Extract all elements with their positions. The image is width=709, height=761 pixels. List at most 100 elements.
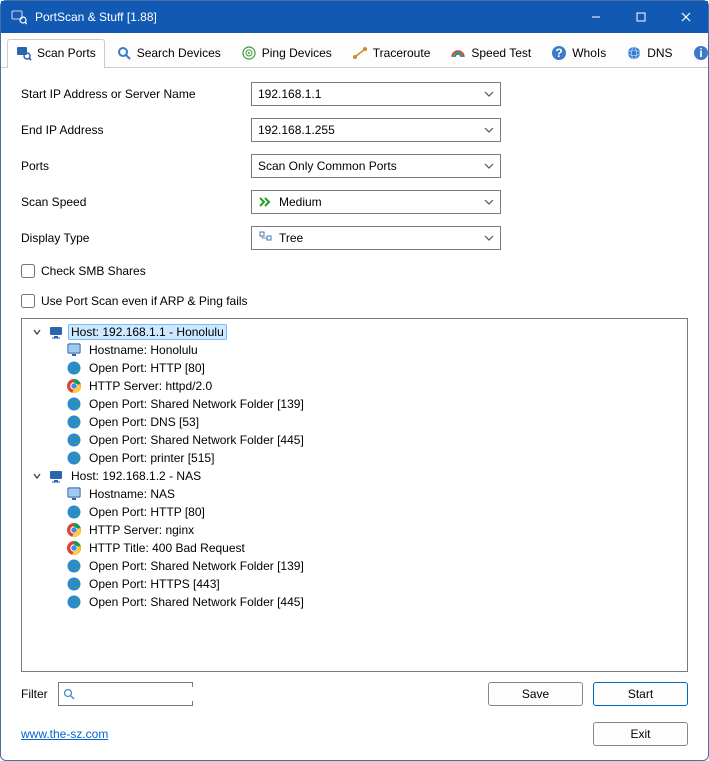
tree-item-label: Open Port: Shared Network Folder [445] [86, 594, 307, 610]
tree-item-label: Open Port: HTTP [80] [86, 360, 208, 376]
tree-item[interactable]: Hostname: NAS [26, 485, 683, 503]
tree-item[interactable]: Open Port: Shared Network Folder [139] [26, 395, 683, 413]
start-ip-input[interactable] [258, 87, 482, 101]
tree-item[interactable]: Open Port: DNS [53] [26, 413, 683, 431]
save-button[interactable]: Save [488, 682, 583, 706]
close-button[interactable] [663, 1, 708, 33]
tab-speed-test[interactable]: Speed Test [441, 39, 540, 67]
chevron-down-icon[interactable] [482, 233, 496, 243]
computer-icon [48, 324, 64, 340]
app-icon [11, 9, 27, 25]
titlebar: PortScan & Stuff [1.88] [1, 1, 708, 33]
tab-scan-ports[interactable]: Scan Ports [7, 39, 105, 67]
search-icon [63, 688, 75, 700]
tab-label: Speed Test [471, 46, 531, 60]
globe-blue-icon [66, 558, 82, 574]
svg-text:?: ? [556, 46, 563, 60]
filter-input[interactable] [79, 687, 234, 701]
end-ip-input[interactable] [258, 123, 482, 137]
filter-box[interactable] [58, 682, 193, 706]
filter-label: Filter [21, 687, 48, 701]
tab-label: Scan Ports [37, 46, 96, 60]
tab-whois[interactable]: ?WhoIs [542, 39, 615, 67]
save-button-label: Save [522, 687, 549, 701]
speed-icon [258, 194, 274, 210]
ports-combo[interactable] [251, 154, 501, 178]
tab-label: Search Devices [137, 46, 221, 60]
tree-item[interactable]: Open Port: printer [515] [26, 449, 683, 467]
footer: www.the-sz.com Exit [1, 714, 708, 760]
end-ip-label: End IP Address [21, 123, 251, 137]
tree-item-label: Open Port: Shared Network Folder [139] [86, 396, 307, 412]
svg-text:i: i [699, 46, 702, 60]
tree-item-label: HTTP Title: 400 Bad Request [86, 540, 248, 556]
info-icon: i [693, 45, 709, 61]
check-arp-checkbox[interactable] [21, 294, 35, 308]
chevron-down-icon[interactable] [30, 325, 44, 339]
globe-blue-icon [66, 396, 82, 412]
host-label: Host: 192.168.1.2 - NAS [68, 468, 204, 484]
globe-blue-icon [66, 360, 82, 376]
tab-dns[interactable]: DNS [617, 39, 681, 67]
globe-blue-icon [66, 576, 82, 592]
scan-speed-combo[interactable] [251, 190, 501, 214]
tree-item[interactable]: HTTP Server: httpd/2.0 [26, 377, 683, 395]
ports-label: Ports [21, 159, 251, 173]
check-smb-checkbox[interactable] [21, 264, 35, 278]
tree-item[interactable]: Open Port: HTTP [80] [26, 503, 683, 521]
results-tree[interactable]: Host: 192.168.1.1 - HonoluluHostname: Ho… [21, 318, 688, 672]
tab-label: Traceroute [373, 46, 431, 60]
tree-item-label: Hostname: NAS [86, 486, 178, 502]
question-icon: ? [551, 45, 567, 61]
route-icon [352, 45, 368, 61]
check-smb-label: Check SMB Shares [41, 264, 146, 278]
tree-item[interactable]: Open Port: HTTPS [443] [26, 575, 683, 593]
scan-speed-label: Scan Speed [21, 195, 251, 209]
monitor-icon [66, 486, 82, 502]
tree-item[interactable]: Open Port: Shared Network Folder [445] [26, 431, 683, 449]
minimize-button[interactable] [573, 1, 618, 33]
chrome-icon [66, 378, 82, 394]
chevron-down-icon[interactable] [482, 197, 496, 207]
tree-item[interactable]: Open Port: Shared Network Folder [445] [26, 593, 683, 611]
ports-input[interactable] [258, 159, 482, 173]
globe-blue-icon [66, 414, 82, 430]
main-content: Start IP Address or Server Name End IP A… [1, 68, 708, 714]
display-type-combo[interactable] [251, 226, 501, 250]
tab-label: Ping Devices [262, 46, 332, 60]
chevron-down-icon[interactable] [482, 161, 496, 171]
start-ip-label: Start IP Address or Server Name [21, 87, 251, 101]
tree-item[interactable]: Hostname: Honolulu [26, 341, 683, 359]
maximize-button[interactable] [618, 1, 663, 33]
scan-speed-input[interactable] [279, 195, 482, 209]
tab-about[interactable]: iAbout [684, 39, 709, 67]
monitor-search-icon [16, 45, 32, 61]
host-node[interactable]: Host: 192.168.1.1 - Honolulu [26, 323, 683, 341]
check-arp-label: Use Port Scan even if ARP & Ping fails [41, 294, 248, 308]
display-type-input[interactable] [279, 231, 482, 245]
end-ip-combo[interactable] [251, 118, 501, 142]
host-node[interactable]: Host: 192.168.1.2 - NAS [26, 467, 683, 485]
radar-icon [241, 45, 257, 61]
tree-item-label: HTTP Server: httpd/2.0 [86, 378, 215, 394]
chevron-down-icon[interactable] [482, 89, 496, 99]
tree-item[interactable]: Open Port: Shared Network Folder [139] [26, 557, 683, 575]
tree-item[interactable]: Open Port: HTTP [80] [26, 359, 683, 377]
exit-button[interactable]: Exit [593, 722, 688, 746]
tab-search-devices[interactable]: Search Devices [107, 39, 230, 67]
tree-item[interactable]: HTTP Server: nginx [26, 521, 683, 539]
tab-label: DNS [647, 46, 672, 60]
tree-icon [258, 230, 274, 246]
website-link[interactable]: www.the-sz.com [21, 727, 108, 741]
chevron-down-icon[interactable] [482, 125, 496, 135]
tree-item[interactable]: HTTP Title: 400 Bad Request [26, 539, 683, 557]
tab-ping-devices[interactable]: Ping Devices [232, 39, 341, 67]
tree-item-label: Open Port: HTTP [80] [86, 504, 208, 520]
start-button[interactable]: Start [593, 682, 688, 706]
start-button-label: Start [628, 687, 653, 701]
chevron-down-icon[interactable] [30, 469, 44, 483]
tree-item-label: HTTP Server: nginx [86, 522, 197, 538]
window-controls [573, 1, 708, 33]
start-ip-combo[interactable] [251, 82, 501, 106]
tab-traceroute[interactable]: Traceroute [343, 39, 440, 67]
